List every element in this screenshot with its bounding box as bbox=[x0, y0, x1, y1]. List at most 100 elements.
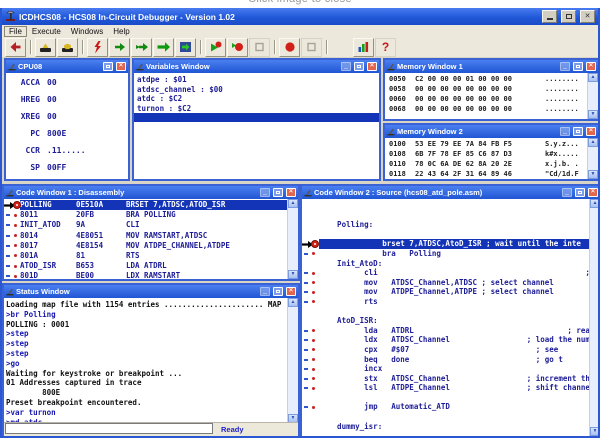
source-line[interactable]: dummy_isr: bbox=[302, 422, 590, 432]
source-line[interactable]: ldx ATDSC_Channel ; load the num bbox=[302, 335, 590, 345]
source-line[interactable]: cli ; bbox=[302, 268, 590, 278]
maximize-button[interactable] bbox=[273, 287, 283, 296]
menu-help[interactable]: Help bbox=[108, 27, 134, 36]
memory-bytes[interactable]: 22 43 64 2F 31 64 89 46 bbox=[415, 170, 545, 179]
code-window-1-titlebar[interactable]: Code Window 1 : Disassembly ✕ bbox=[4, 186, 298, 199]
memory-window-1-titlebar[interactable]: Memory Window 1 ✕ bbox=[385, 60, 598, 73]
line-marker[interactable] bbox=[302, 249, 319, 259]
line-marker[interactable] bbox=[302, 383, 319, 393]
source-line[interactable] bbox=[302, 412, 590, 422]
register-row[interactable]: ACCA00 bbox=[6, 78, 128, 95]
register-value[interactable]: 00 bbox=[47, 78, 57, 95]
line-marker[interactable] bbox=[4, 261, 20, 271]
minimize-button[interactable] bbox=[560, 62, 570, 71]
stop-disabled-icon[interactable] bbox=[301, 38, 322, 57]
disassembly-row[interactable]: 801A81RTS bbox=[4, 251, 298, 261]
line-marker[interactable] bbox=[302, 287, 319, 297]
line-marker[interactable] bbox=[4, 210, 20, 220]
scroll-down-icon[interactable]: ▼ bbox=[588, 170, 598, 179]
scroll-up-icon[interactable]: ▲ bbox=[588, 73, 598, 82]
line-marker[interactable] bbox=[4, 251, 20, 261]
variable-row[interactable]: atdpe : $01 bbox=[134, 75, 379, 85]
maximize-button[interactable] bbox=[354, 62, 364, 71]
line-marker[interactable] bbox=[302, 335, 319, 345]
source-line[interactable]: AtoD_ISR: bbox=[302, 316, 590, 326]
disassembly-row[interactable]: 801DBE00LDX RAMSTART bbox=[4, 271, 298, 279]
status-window-titlebar[interactable]: Status Window ✕ bbox=[4, 285, 298, 298]
go-exit-icon[interactable] bbox=[175, 38, 196, 57]
back-arrow-icon[interactable] bbox=[5, 38, 26, 57]
memory-row[interactable]: 010053 EE 79 EE 7A 84 FB F5S.y.z... bbox=[385, 140, 598, 150]
source-line[interactable]: stx ATDSC_Channel ; increment th bbox=[302, 374, 590, 384]
variable-row[interactable]: turnon : $C2 bbox=[134, 104, 379, 114]
line-marker[interactable] bbox=[302, 230, 319, 240]
scrollbar[interactable]: ▲ ▼ bbox=[589, 199, 598, 436]
breakpoint-disabled-icon[interactable] bbox=[249, 38, 270, 57]
line-marker[interactable] bbox=[302, 402, 319, 412]
source-line[interactable] bbox=[302, 307, 590, 317]
close-icon[interactable]: ✕ bbox=[588, 188, 598, 197]
minimize-button[interactable] bbox=[562, 188, 572, 197]
trace-icon[interactable] bbox=[353, 38, 374, 57]
scroll-down-icon[interactable]: ▼ bbox=[288, 270, 298, 279]
disassembly-row[interactable]: 801120FBBRA POLLING bbox=[4, 210, 298, 220]
disassembly-row[interactable]: INIT_ATOD9ACLI bbox=[4, 220, 298, 230]
maximize-button[interactable] bbox=[573, 127, 583, 136]
register-value[interactable]: 00FF bbox=[47, 163, 66, 179]
scroll-down-icon[interactable]: ▼ bbox=[590, 427, 598, 436]
flash-program-icon[interactable] bbox=[35, 38, 56, 57]
register-row[interactable]: XREG00 bbox=[6, 112, 128, 129]
source-line[interactable]: jmp Automatic_ATD bbox=[302, 402, 590, 412]
app-close-button[interactable]: ✕ bbox=[580, 10, 595, 23]
line-marker[interactable] bbox=[4, 241, 20, 251]
step-icon[interactable] bbox=[109, 38, 130, 57]
register-row[interactable]: PC800E bbox=[6, 129, 128, 146]
disassembly-row[interactable]: POLLING0E510ABRSET 7,ATDSC,ATOD_ISR bbox=[4, 200, 298, 210]
command-input[interactable] bbox=[5, 423, 213, 434]
line-marker[interactable] bbox=[302, 374, 319, 384]
line-marker[interactable] bbox=[302, 297, 319, 307]
cpu-window-titlebar[interactable]: CPU08 ✕ bbox=[6, 60, 128, 73]
register-value[interactable]: 00 bbox=[47, 95, 57, 112]
stop-icon[interactable] bbox=[279, 38, 300, 57]
register-row[interactable]: HREG00 bbox=[6, 95, 128, 112]
close-icon[interactable]: ✕ bbox=[116, 62, 126, 71]
source-line[interactable]: beq done ; go t bbox=[302, 355, 590, 365]
line-marker[interactable] bbox=[302, 345, 319, 355]
variable-row[interactable]: atdc : $C2 bbox=[134, 94, 379, 104]
reset-icon[interactable] bbox=[87, 38, 108, 57]
current-line-marker[interactable] bbox=[4, 200, 20, 210]
memory-row[interactable]: 006000 00 00 00 00 00 00 00........ bbox=[385, 95, 598, 105]
source-line[interactable]: brset 7,ATDSC,AtoD_ISR ; wait until the … bbox=[302, 239, 590, 249]
code-window-2-titlebar[interactable]: Code Window 2 : Source (hcs08_atd_pole.a… bbox=[302, 186, 598, 199]
line-marker[interactable] bbox=[4, 271, 20, 279]
app-maximize-button[interactable] bbox=[561, 10, 576, 23]
breakpoint-icon[interactable] bbox=[13, 201, 21, 209]
line-marker[interactable] bbox=[302, 326, 319, 336]
close-icon[interactable]: ✕ bbox=[586, 127, 596, 136]
disassembly-row[interactable]: ATOD_ISRB653LDA ATDRL bbox=[4, 261, 298, 271]
memory-bytes[interactable]: 00 00 00 00 00 00 00 00 bbox=[415, 85, 545, 95]
line-marker[interactable] bbox=[302, 220, 319, 230]
memory-row[interactable]: 011078 0C 6A DE 62 8A 20 2Ex.j.b. . bbox=[385, 160, 598, 170]
minimize-button[interactable] bbox=[260, 287, 270, 296]
line-marker[interactable] bbox=[4, 231, 20, 241]
source-line[interactable]: bra Polling bbox=[302, 249, 590, 259]
help-icon[interactable]: ? bbox=[375, 38, 396, 57]
variable-row[interactable]: atdsc_channel : $00 bbox=[134, 85, 379, 95]
memory-bytes[interactable]: 00 00 00 00 00 00 00 00 bbox=[415, 95, 545, 105]
scrollbar[interactable]: ▲ ▼ bbox=[287, 298, 298, 423]
maximize-button[interactable] bbox=[575, 188, 585, 197]
source-line[interactable]: rts bbox=[302, 297, 590, 307]
close-icon[interactable]: ✕ bbox=[286, 188, 296, 197]
scroll-down-icon[interactable]: ▼ bbox=[588, 110, 598, 119]
memory-row[interactable]: 006800 00 00 00 00 00 00 00........ bbox=[385, 105, 598, 115]
scroll-up-icon[interactable]: ▲ bbox=[590, 199, 598, 208]
memory-bytes[interactable]: 78 0C 6A DE 62 8A 20 2E bbox=[415, 160, 545, 170]
menu-windows[interactable]: Windows bbox=[66, 27, 108, 36]
close-icon[interactable]: ✕ bbox=[286, 287, 296, 296]
maximize-button[interactable] bbox=[573, 62, 583, 71]
memory-row[interactable]: 01086B 7F 78 EF 85 C6 87 D3k#x..... bbox=[385, 150, 598, 160]
line-marker[interactable] bbox=[302, 316, 319, 326]
run-to-breakpoint-icon[interactable] bbox=[205, 38, 226, 57]
